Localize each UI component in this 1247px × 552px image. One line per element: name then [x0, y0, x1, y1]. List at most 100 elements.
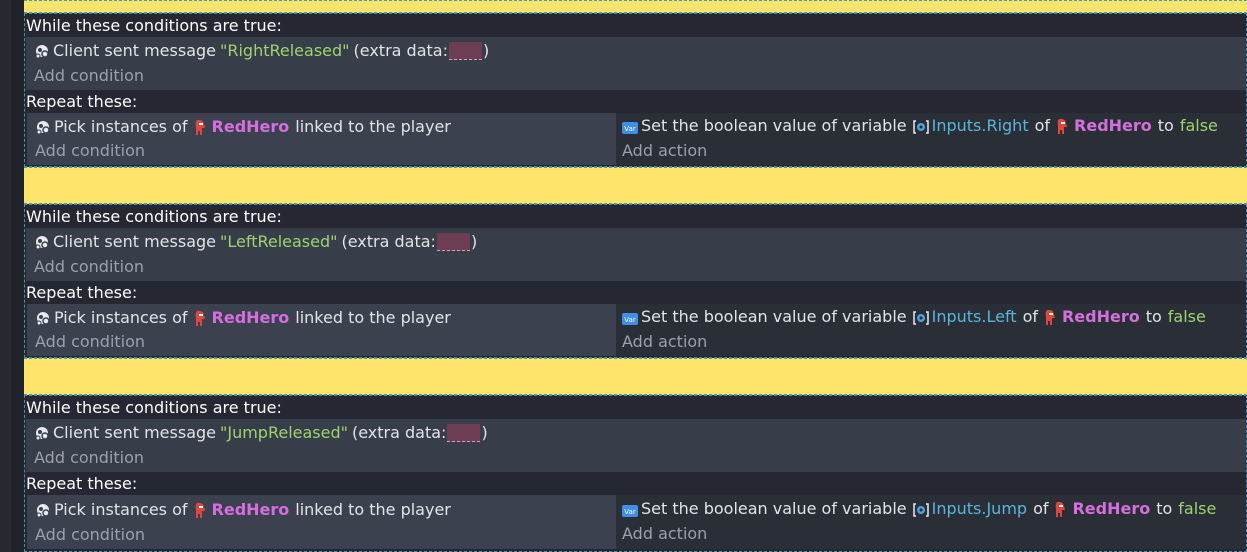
repeat-label: Repeat these:: [26, 474, 138, 493]
condition-client-sent[interactable]: Client sent message "RightReleased" (ext…: [34, 39, 489, 63]
event-separator[interactable]: [24, 167, 1247, 204]
red-hero-icon: [1044, 309, 1056, 326]
linked-text: linked to the player: [295, 117, 451, 136]
red-hero-icon: [1056, 118, 1068, 135]
of-text: of: [1033, 499, 1049, 518]
object-name[interactable]: RedHero: [1074, 114, 1152, 138]
condition-client-sent[interactable]: Client sent message "JumpReleased" (extr…: [34, 421, 488, 445]
action-set-boolean[interactable]: Var Set the boolean value of variable In…: [622, 497, 1216, 521]
event-block-2[interactable]: While these conditions are true: Client …: [24, 204, 1247, 358]
while-conditions[interactable]: Client sent message "LeftReleased" (extr…: [26, 228, 1246, 281]
set-bool-text: Set the boolean value of variable: [641, 116, 907, 135]
red-hero-icon: [194, 310, 206, 327]
message-name[interactable]: "RightReleased": [220, 39, 350, 63]
variable-name[interactable]: Inputs.Jump: [932, 497, 1027, 521]
extra-data-placeholder[interactable]: [436, 233, 470, 251]
repeat-conditions[interactable]: Pick instances of RedHero linked to the …: [27, 495, 616, 549]
client-sent-text: Client sent message: [53, 423, 216, 442]
network-icon: [35, 119, 51, 135]
object-name[interactable]: RedHero: [1062, 305, 1140, 329]
add-condition-link[interactable]: Add condition: [34, 64, 144, 88]
var-badge-icon: Var: [622, 309, 638, 325]
var-badge-icon: Var: [622, 118, 638, 134]
network-icon: [35, 502, 51, 518]
red-hero-icon: [1054, 501, 1066, 518]
boolean-value[interactable]: false: [1180, 114, 1218, 138]
boolean-value[interactable]: false: [1178, 497, 1216, 521]
variable-icon: [912, 118, 929, 134]
event-block-3[interactable]: While these conditions are true: Client …: [24, 395, 1247, 552]
event-block-1[interactable]: While these conditions are true: Client …: [24, 13, 1247, 167]
set-bool-text: Set the boolean value of variable: [641, 499, 907, 518]
variable-icon: [912, 309, 929, 325]
add-condition-link[interactable]: Add condition: [34, 446, 144, 470]
network-icon: [35, 310, 51, 326]
condition-client-sent[interactable]: Client sent message "LeftReleased" (extr…: [34, 230, 477, 254]
pick-text: Pick instances of: [54, 117, 188, 136]
action-set-boolean[interactable]: Var Set the boolean value of variable In…: [622, 305, 1206, 329]
condition-pick-instances[interactable]: Pick instances of RedHero linked to the …: [35, 306, 451, 330]
of-text: of: [1034, 116, 1051, 135]
svg-text:Var: Var: [624, 508, 636, 516]
while-label: While these conditions are true:: [26, 398, 282, 417]
network-icon: [34, 43, 50, 59]
repeat-conditions[interactable]: Pick instances of RedHero linked to the …: [27, 113, 616, 165]
extra-data-label: (extra data:: [352, 423, 447, 442]
variable-name[interactable]: Inputs.Left: [932, 305, 1017, 329]
while-conditions[interactable]: Client sent message "RightReleased" (ext…: [26, 37, 1246, 90]
red-hero-icon: [194, 119, 206, 136]
event-gutter: [11, 0, 24, 552]
of-text: of: [1022, 307, 1038, 326]
extra-data-label: (extra data:: [341, 232, 436, 251]
while-label: While these conditions are true:: [26, 16, 282, 35]
client-sent-text: Client sent message: [53, 41, 216, 60]
object-name[interactable]: RedHero: [212, 498, 290, 522]
add-action-link[interactable]: Add action: [622, 330, 707, 354]
object-name[interactable]: RedHero: [212, 306, 290, 330]
condition-pick-instances[interactable]: Pick instances of RedHero linked to the …: [35, 498, 451, 522]
extra-data-close: ): [481, 423, 488, 442]
set-bool-text: Set the boolean value of variable: [641, 307, 907, 326]
svg-text:Var: Var: [624, 316, 636, 324]
extra-data-label: (extra data:: [353, 41, 448, 60]
svg-text:Var: Var: [624, 125, 636, 133]
repeat-actions[interactable]: Var Set the boolean value of variable In…: [616, 113, 1246, 165]
event-separator[interactable]: [24, 358, 1247, 395]
repeat-label: Repeat these:: [26, 283, 138, 302]
while-conditions[interactable]: Client sent message "JumpReleased" (extr…: [26, 419, 1246, 472]
object-name[interactable]: RedHero: [212, 115, 290, 139]
variable-icon: [912, 501, 929, 517]
variable-name[interactable]: Inputs.Right: [932, 114, 1029, 138]
add-condition-link[interactable]: Add condition: [35, 139, 145, 163]
pick-text: Pick instances of: [54, 308, 188, 327]
network-icon: [34, 234, 50, 250]
red-hero-icon: [194, 502, 206, 519]
linked-text: linked to the player: [295, 308, 451, 327]
add-condition-link[interactable]: Add condition: [34, 255, 144, 279]
add-condition-link[interactable]: Add condition: [35, 330, 145, 354]
event-separator[interactable]: [24, 0, 1247, 13]
repeat-conditions[interactable]: Pick instances of RedHero linked to the …: [27, 304, 616, 356]
extra-data-placeholder[interactable]: [448, 42, 482, 60]
to-text: to: [1157, 116, 1174, 135]
object-name[interactable]: RedHero: [1072, 497, 1150, 521]
to-text: to: [1156, 499, 1173, 518]
add-action-link[interactable]: Add action: [622, 139, 707, 163]
network-icon: [34, 425, 50, 441]
repeat-actions[interactable]: Var Set the boolean value of variable In…: [616, 304, 1246, 356]
repeat-actions[interactable]: Var Set the boolean value of variable In…: [616, 495, 1246, 549]
client-sent-text: Client sent message: [53, 232, 216, 251]
message-name[interactable]: "LeftReleased": [220, 230, 338, 254]
add-condition-link[interactable]: Add condition: [35, 523, 145, 547]
extra-data-close: ): [482, 41, 490, 60]
action-set-boolean[interactable]: Var Set the boolean value of variable In…: [622, 114, 1218, 138]
var-badge-icon: Var: [622, 501, 638, 517]
condition-pick-instances[interactable]: Pick instances of RedHero linked to the …: [35, 115, 451, 139]
extra-data-close: ): [470, 232, 478, 251]
add-action-link[interactable]: Add action: [622, 522, 707, 546]
boolean-value[interactable]: false: [1168, 305, 1206, 329]
editor-gutter: [0, 0, 11, 552]
message-name[interactable]: "JumpReleased": [220, 421, 348, 445]
pick-text: Pick instances of: [54, 500, 188, 519]
extra-data-placeholder[interactable]: [447, 424, 481, 442]
